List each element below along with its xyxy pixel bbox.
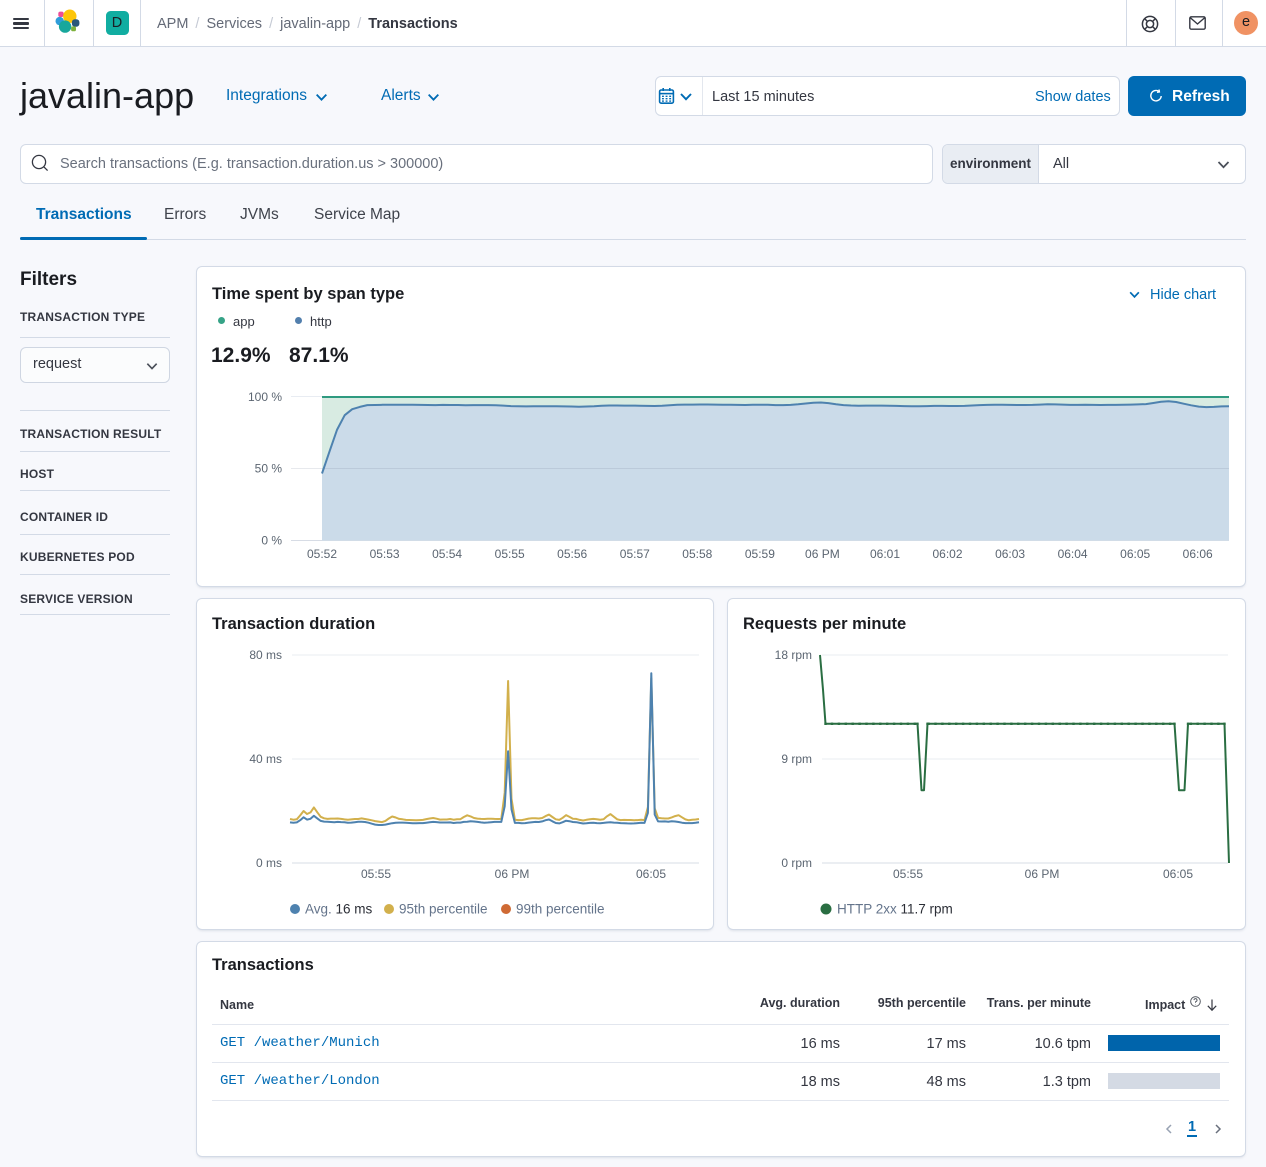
- svg-text:06 PM: 06 PM: [805, 547, 840, 561]
- svg-text:05:55: 05:55: [893, 867, 923, 881]
- svg-text:06:05: 06:05: [1163, 867, 1193, 881]
- svg-text:06 PM: 06 PM: [1025, 867, 1060, 881]
- svg-text:06:05: 06:05: [1120, 547, 1150, 561]
- svg-text:05:52: 05:52: [307, 547, 337, 561]
- svg-text:HTTP 2xx 11.7 rpm: HTTP 2xx 11.7 rpm: [837, 902, 953, 917]
- svg-text:06:01: 06:01: [870, 547, 900, 561]
- svg-text:95th percentile: 95th percentile: [399, 902, 488, 917]
- svg-text:05:55: 05:55: [361, 867, 391, 881]
- svg-text:06:06: 06:06: [1183, 547, 1213, 561]
- svg-text:06 PM: 06 PM: [495, 867, 530, 881]
- svg-text:05:54: 05:54: [432, 547, 462, 561]
- svg-text:80 ms: 80 ms: [249, 648, 282, 662]
- svg-text:9 rpm: 9 rpm: [781, 752, 812, 766]
- svg-text:0 ms: 0 ms: [256, 856, 282, 870]
- svg-text:05:59: 05:59: [745, 547, 775, 561]
- svg-text:100 %: 100 %: [248, 390, 282, 404]
- svg-text:0 %: 0 %: [261, 534, 282, 548]
- svg-text:06:05: 06:05: [636, 867, 666, 881]
- svg-text:06:04: 06:04: [1058, 547, 1088, 561]
- svg-text:05:57: 05:57: [620, 547, 650, 561]
- svg-text:05:53: 05:53: [370, 547, 400, 561]
- svg-text:05:55: 05:55: [495, 547, 525, 561]
- svg-text:99th percentile: 99th percentile: [516, 902, 605, 917]
- svg-text:Avg. 16 ms: Avg. 16 ms: [305, 902, 373, 917]
- svg-text:06:02: 06:02: [932, 547, 962, 561]
- svg-text:50 %: 50 %: [255, 462, 283, 476]
- svg-text:06:03: 06:03: [995, 547, 1025, 561]
- svg-text:0 rpm: 0 rpm: [781, 856, 812, 870]
- svg-text:05:58: 05:58: [682, 547, 712, 561]
- svg-text:05:56: 05:56: [557, 547, 587, 561]
- svg-text:18 rpm: 18 rpm: [775, 648, 812, 662]
- svg-text:40 ms: 40 ms: [249, 752, 282, 766]
